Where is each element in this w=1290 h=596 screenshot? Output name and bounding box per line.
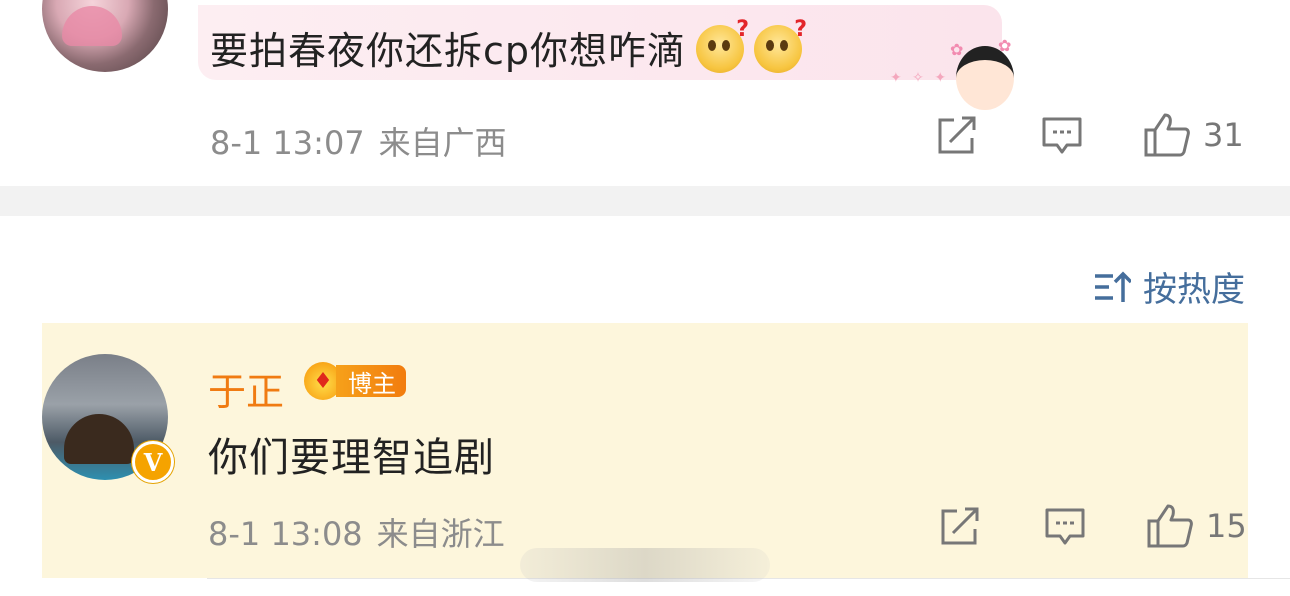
sort-by-hot-button[interactable]: 按热度	[1093, 262, 1245, 311]
comment-text: 你们要理智追剧	[208, 435, 495, 481]
comment-time: 8-1 13:08	[208, 515, 363, 553]
author-comment-item: V 于正 ♦ 博主 你们要理智追剧 8-1 13:08 来自浙江 15	[42, 323, 1248, 578]
sort-icon	[1095, 271, 1131, 302]
sort-label: 按热度	[1143, 270, 1245, 310]
like-button[interactable]: 15	[1146, 503, 1247, 549]
comment-meta: 8-1 13:08 来自浙江	[208, 509, 505, 555]
comment-icon	[1045, 508, 1085, 545]
bubble-character-decoration: ✿ ✿	[950, 36, 1020, 110]
comment-page: 要拍春夜你还拆cp你想咋滴?? ✦ ✧ ✦ ✿ ✿ 8-1 13:07 来自广西	[0, 0, 1290, 596]
share-icon	[941, 507, 979, 545]
comment-location: 来自浙江	[376, 515, 505, 553]
comment-item: 要拍春夜你还拆cp你想咋滴?? ✦ ✧ ✦ ✿ ✿ 8-1 13:07 来自广西	[0, 0, 1290, 186]
verified-v-icon: V	[132, 441, 174, 483]
bubble-sparkle-decoration: ✦ ✧ ✦	[890, 70, 950, 86]
share-icon	[938, 116, 976, 154]
avatar[interactable]	[42, 0, 168, 72]
comment-button[interactable]	[1044, 507, 1086, 547]
comment-meta: 8-1 13:07 来自广西	[210, 118, 507, 164]
like-button[interactable]: 31	[1143, 112, 1244, 158]
username[interactable]: 于正	[208, 361, 284, 416]
like-count: 31	[1203, 116, 1244, 154]
thumbs-up-icon	[1147, 504, 1193, 548]
share-button[interactable]	[936, 116, 978, 156]
section-divider	[0, 186, 1290, 216]
comment-location: 来自广西	[378, 124, 507, 162]
comment-button[interactable]	[1041, 116, 1083, 156]
blogger-badge[interactable]: ♦ 博主	[304, 361, 406, 401]
comment-text-content: 要拍春夜你还拆cp你想咋滴	[210, 29, 687, 73]
share-button[interactable]	[939, 507, 981, 547]
comment-icon	[1042, 117, 1082, 154]
question-face-emoji: ?	[696, 17, 749, 73]
comment-time: 8-1 13:07	[210, 124, 365, 162]
thumbs-up-icon	[1144, 113, 1190, 157]
like-count: 15	[1206, 507, 1247, 545]
question-face-emoji: ?	[754, 17, 807, 73]
home-indicator[interactable]	[520, 548, 770, 582]
blogger-badge-label: 博主	[336, 365, 406, 398]
comment-text: 要拍春夜你还拆cp你想咋滴??	[210, 17, 807, 75]
